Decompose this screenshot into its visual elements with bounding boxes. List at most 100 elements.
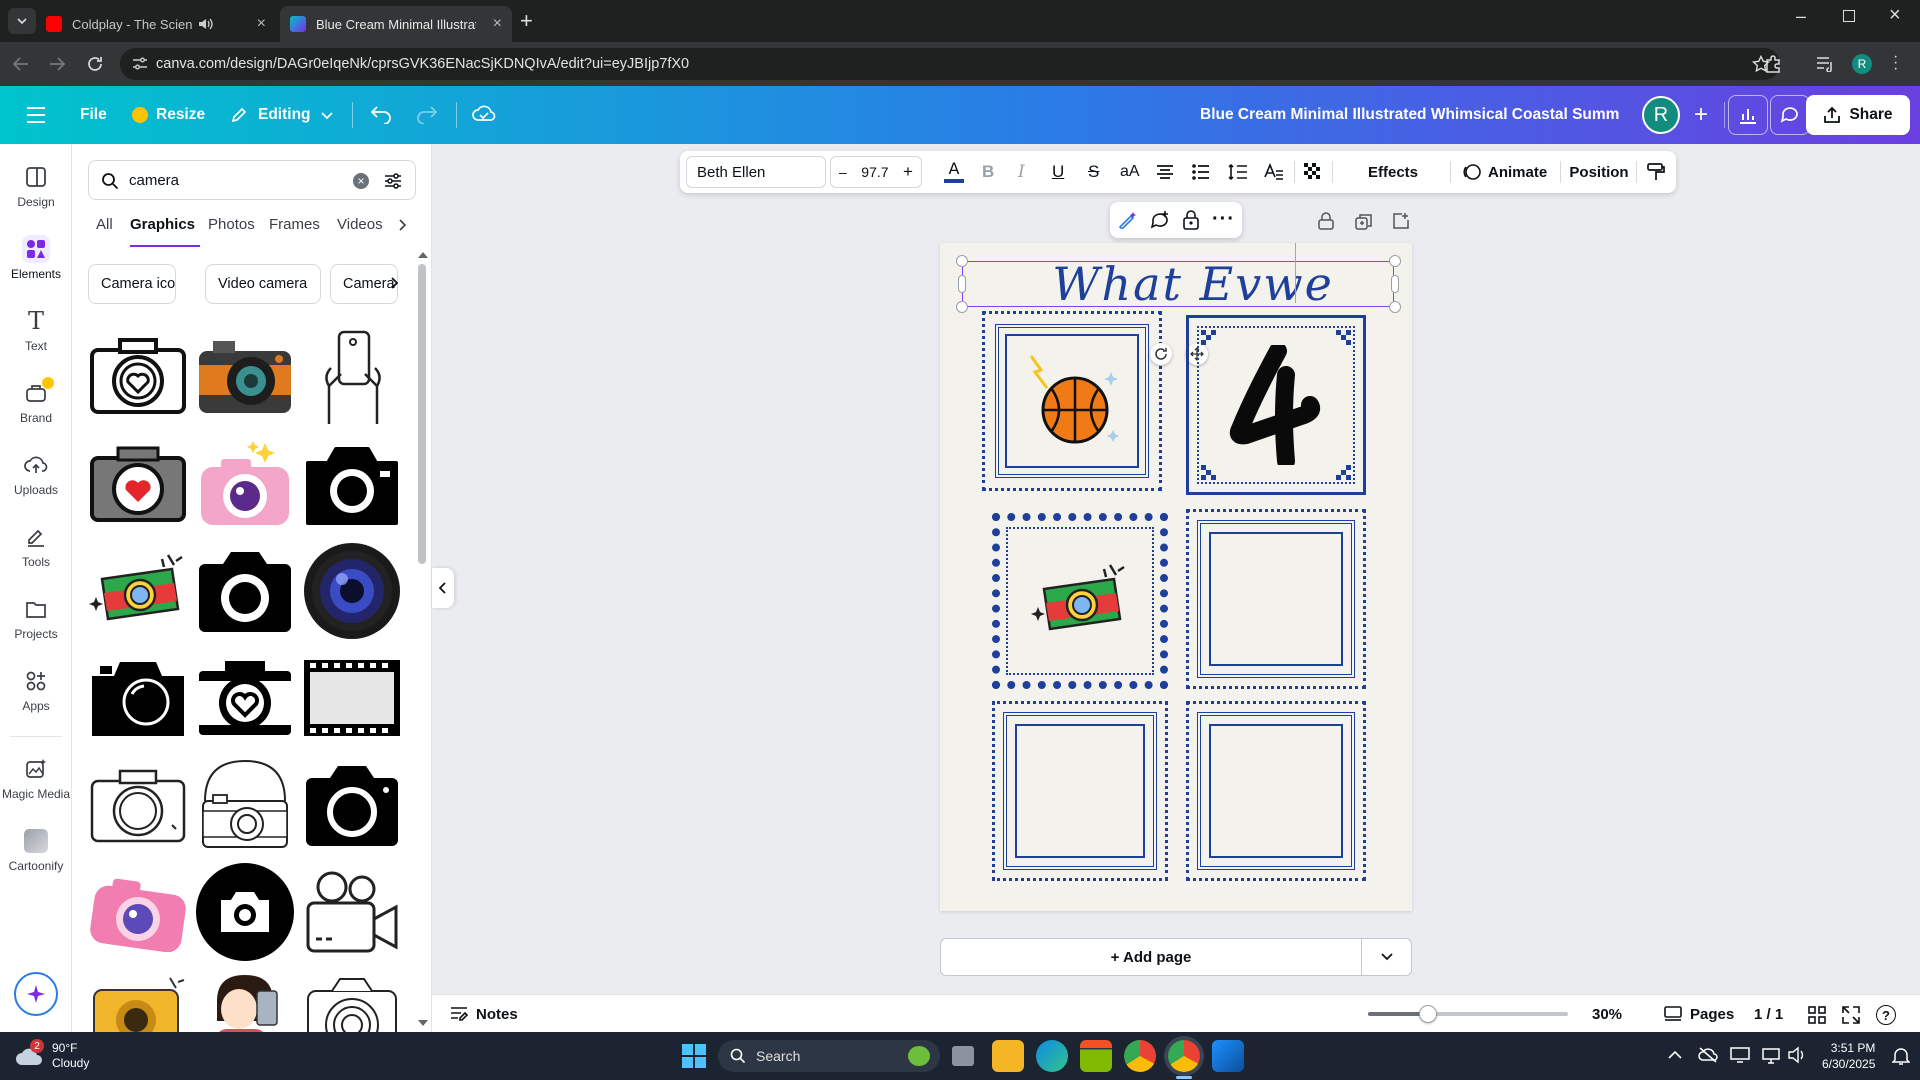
network-icon[interactable]	[1762, 1046, 1780, 1064]
tab-search-button[interactable]	[8, 8, 36, 34]
browser-tab-canva[interactable]: Blue Cream Minimal Illustrated ×	[280, 6, 512, 42]
forward-icon[interactable]	[48, 56, 66, 72]
notes-button[interactable]: Notes	[450, 995, 518, 1033]
bold-button[interactable]: B	[982, 151, 994, 193]
tab-graphics[interactable]: Graphics	[130, 216, 195, 233]
page-lock-icon[interactable]	[1318, 212, 1334, 230]
file-menu-button[interactable]: File	[80, 86, 107, 144]
suggestion-chip[interactable]: Video camera	[205, 264, 321, 304]
graphic-solid-camera[interactable]	[195, 541, 295, 641]
photo-frame-6[interactable]	[1186, 701, 1366, 881]
pages-button[interactable]: Pages	[1664, 995, 1734, 1033]
new-tab-button[interactable]: +	[520, 8, 533, 34]
comments-icon[interactable]	[1770, 95, 1810, 135]
add-page-button[interactable]: + Add page	[941, 939, 1361, 975]
italic-button[interactable]: I	[1018, 151, 1025, 193]
graphic-retro-camera[interactable]	[195, 326, 295, 426]
rail-item-projects[interactable]: Projects	[0, 586, 72, 650]
font-size-input[interactable]: 97.7	[861, 164, 888, 180]
microsoft-store-icon[interactable]	[1080, 1040, 1112, 1072]
resize-handle[interactable]	[1389, 255, 1401, 267]
photo-frame-3[interactable]	[992, 513, 1168, 689]
rail-item-apps[interactable]: Apps	[0, 658, 72, 722]
text-style-icon[interactable]	[1264, 163, 1284, 181]
rail-item-cartoonify[interactable]: Cartoonify	[0, 818, 72, 882]
share-button[interactable]: Share	[1806, 95, 1910, 135]
underline-button[interactable]: U	[1052, 151, 1064, 193]
cloud-saved-icon[interactable]	[472, 103, 496, 125]
add-comment-icon[interactable]	[1150, 210, 1170, 230]
resize-handle[interactable]	[1389, 301, 1401, 313]
rotate-handle[interactable]	[1150, 343, 1172, 365]
chrome-profile-icon[interactable]	[1168, 1040, 1200, 1072]
tab-videos[interactable]: Videos	[337, 216, 383, 233]
close-tab-icon[interactable]: ×	[257, 15, 266, 33]
address-bar[interactable]: canva.com/design/DAGr0eIqeNk/cprsGVK36EN…	[120, 48, 1780, 80]
font-family-dropdown[interactable]: Beth Ellen	[686, 156, 826, 188]
text-color-button[interactable]: A	[944, 151, 964, 193]
panel-scroll-down-arrow[interactable]	[418, 1020, 428, 1026]
system-clock[interactable]: 3:51 PM 6/30/2025	[1822, 1040, 1875, 1072]
position-button[interactable]: Position	[1561, 151, 1637, 193]
profile-avatar[interactable]: R	[1852, 54, 1872, 74]
photo-frame-1[interactable]	[982, 311, 1162, 491]
close-window-button[interactable]: ×	[1889, 4, 1901, 27]
fullscreen-icon[interactable]	[1842, 1006, 1860, 1024]
align-center-icon[interactable]	[1156, 164, 1174, 180]
graphic-film-strip[interactable]	[302, 648, 402, 748]
resize-handle[interactable]	[956, 255, 968, 267]
graphic-black-camera-lens[interactable]	[88, 648, 188, 748]
magic-edit-icon[interactable]	[1118, 211, 1138, 229]
panel-scroll-up-arrow[interactable]	[418, 252, 428, 258]
zoom-slider-thumb[interactable]	[1419, 1005, 1437, 1023]
task-view-icon[interactable]	[952, 1046, 974, 1066]
help-icon[interactable]: ?	[1876, 1005, 1896, 1025]
decrease-font-size-button[interactable]: –	[839, 164, 847, 180]
weather-widget[interactable]: 2 90°F Cloudy	[14, 1038, 89, 1074]
edge-browser-icon[interactable]	[1036, 1040, 1068, 1072]
graphic-dslr-sketch[interactable]	[302, 969, 402, 1032]
graphic-camera-red-heart[interactable]	[88, 434, 188, 534]
design-page[interactable]: What Evwe	[940, 243, 1412, 911]
undo-icon[interactable]	[370, 104, 392, 124]
chevron-right-icon[interactable]	[390, 276, 400, 290]
invite-button[interactable]: +	[1682, 96, 1720, 134]
taskbar-search-box[interactable]: Search	[718, 1040, 940, 1072]
graphic-camera-heart-bold[interactable]	[195, 648, 295, 748]
lock-icon[interactable]	[1182, 210, 1200, 230]
graphic-video-camera[interactable]	[302, 862, 402, 962]
graphic-girl-with-phone[interactable]	[195, 969, 295, 1032]
side-resize-handle[interactable]	[958, 275, 966, 293]
chevron-right-icon[interactable]	[398, 218, 408, 232]
filter-icon[interactable]	[383, 171, 403, 191]
extensions-icon[interactable]	[1764, 55, 1782, 73]
strikethrough-button[interactable]: S	[1088, 151, 1099, 193]
chevron-up-icon[interactable]	[1668, 1050, 1682, 1060]
graphic-solid-camera-rounded[interactable]	[302, 755, 402, 855]
tab-photos[interactable]: Photos	[208, 216, 255, 233]
photo-frame-2[interactable]	[1186, 315, 1366, 495]
collapse-panel-button[interactable]	[432, 568, 454, 608]
more-options-icon[interactable]: ···	[1212, 208, 1235, 231]
graphic-pink-camera-sparkle[interactable]	[195, 434, 295, 534]
site-settings-icon[interactable]	[132, 57, 148, 71]
photo-frame-4[interactable]	[1186, 509, 1366, 689]
side-resize-handle[interactable]	[1391, 275, 1399, 293]
add-page-icon[interactable]	[1392, 212, 1410, 230]
suggestion-chip[interactable]: Camera icon	[88, 264, 176, 304]
resize-handle[interactable]	[956, 301, 968, 313]
hamburger-menu-icon[interactable]	[26, 106, 46, 124]
document-title[interactable]: Blue Cream Minimal Illustrated Whimsical…	[1200, 86, 1620, 144]
heading-text[interactable]: What Evwe	[1052, 257, 1334, 311]
editing-mode-button[interactable]: Editing	[230, 86, 333, 144]
graphic-hands-phone[interactable]	[302, 326, 402, 426]
media-controls-icon[interactable]	[1816, 56, 1836, 72]
duplicate-page-icon[interactable]	[1355, 213, 1373, 231]
rail-item-brand[interactable]: Brand	[0, 370, 72, 434]
cloud-offline-icon[interactable]	[1698, 1046, 1718, 1064]
notification-bell-icon[interactable]	[1892, 1046, 1910, 1066]
rail-item-elements[interactable]: Elements	[0, 226, 72, 290]
bullet-list-icon[interactable]	[1192, 164, 1210, 180]
browser-menu-icon[interactable]: · · ·	[1893, 49, 1898, 77]
rail-item-text[interactable]: T Text	[0, 298, 72, 362]
